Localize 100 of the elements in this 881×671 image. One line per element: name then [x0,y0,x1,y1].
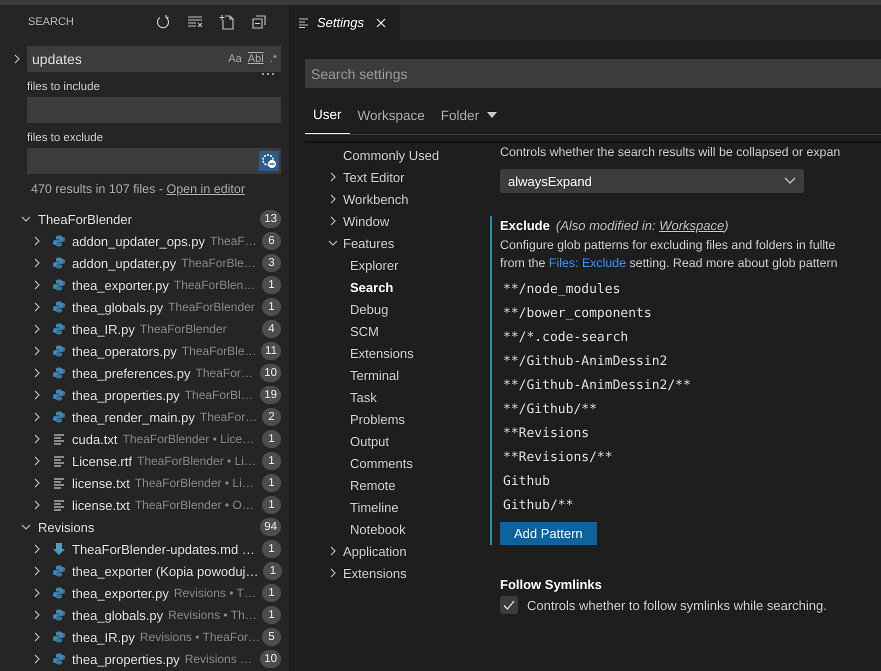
new-file-icon[interactable] [219,14,235,30]
python-file-icon [52,564,66,578]
sidebar-title: SEARCH [28,16,74,28]
file-name[interactable]: thea_properties.py [72,388,180,402]
files-exclude-link[interactable]: Files: Exclude [548,256,626,270]
file-name[interactable]: license.txt [72,498,130,512]
lines-file-icon [52,476,66,490]
more-icon[interactable] [261,72,275,76]
search-option[interactable]: Aa [228,53,242,65]
nav-item[interactable]: Comments [350,456,413,470]
folder-name[interactable]: TheaForBlender [38,212,260,226]
add-pattern-button[interactable]: Add Pattern [500,522,597,545]
file-name[interactable]: thea_exporter.py [72,586,169,600]
file-name[interactable]: License.rtf [72,454,132,468]
file-name[interactable]: addon_updater_ops.py [72,234,206,248]
file-path: TheaForBlender • Lice… [122,432,256,446]
file-name[interactable]: thea_operators.py [72,344,177,358]
nav-item[interactable]: Debug [350,302,388,316]
nav-item[interactable]: Explorer [350,258,398,272]
glob-pattern[interactable]: **/Github-AnimDessin2/** [500,374,881,398]
refresh-icon[interactable] [155,14,171,30]
nav-item[interactable]: Workbench [343,192,409,206]
file-name[interactable]: thea_render_main.py [72,410,195,424]
workspace-link[interactable]: Workspace [659,218,724,233]
scope-tab[interactable]: Folder [432,96,506,134]
nav-item[interactable]: Commonly Used [343,148,440,162]
chevron-right-icon[interactable] [12,53,22,65]
glob-pattern[interactable]: Github/** [500,494,881,518]
file-name[interactable]: thea_properties.py [72,652,180,666]
file-name[interactable]: thea_globals.py [72,608,164,622]
setting-title: Follow Symlinks [500,577,603,592]
settings-tab[interactable]: Settings [290,5,400,40]
glob-pattern[interactable]: **/bower_components [500,302,881,326]
nav-item[interactable]: Application [343,544,407,558]
count-badge: 1 [262,452,281,470]
file-path: Revisions • T… [174,586,257,600]
exclude-label: files to exclude [26,132,104,144]
open-in-editor-link[interactable]: Open in editor [166,182,246,196]
nav-item[interactable]: Notebook [350,522,406,536]
glob-pattern[interactable]: **/Github/** [500,398,881,422]
file-name[interactable]: thea_IR.py [72,322,135,336]
count-badge: 1 [262,430,281,448]
nav-item[interactable]: Task [350,390,377,404]
nav-item[interactable]: Timeline [350,500,399,514]
count-badge: 1 [262,298,281,316]
checkbox[interactable] [500,596,518,614]
file-name[interactable]: thea_preferences.py [72,366,191,380]
python-file-icon [52,300,66,314]
glob-pattern[interactable]: **/Github-AnimDessin2 [500,350,881,374]
nav-item[interactable]: Extensions [350,346,414,360]
glob-pattern[interactable]: **Revisions/** [500,446,881,470]
nav-item[interactable]: Extensions [343,566,407,580]
file-path: TheaForBle… [181,256,257,270]
search-option[interactable]: Abl [248,53,264,65]
folder-name[interactable]: Revisions [38,520,260,534]
file-name[interactable]: TheaForBlender-updates.md … [72,542,255,556]
nav-item[interactable]: Window [343,214,390,228]
file-name[interactable]: addon_updater.py [72,256,176,270]
count-badge: 1 [262,276,281,294]
scope-tab[interactable]: User [305,96,350,134]
nav-item[interactable]: Search [350,280,394,294]
glob-pattern[interactable]: **/*.code-search [500,326,881,350]
setting-title: Exclude [500,217,550,235]
search-field[interactable]: updates Aa Abl .* [27,46,281,72]
nav-item[interactable]: Features [343,236,394,250]
file-path: TheaFor… [196,366,254,380]
count-badge: 1 [262,606,281,624]
nav-item[interactable]: Text Editor [343,170,404,184]
close-icon[interactable] [376,18,386,28]
file-path: Revisions • TheaFor… [140,630,261,644]
nav-item[interactable]: Terminal [350,368,400,382]
nav-item[interactable]: Output [350,434,390,448]
exclude-field[interactable] [27,148,281,174]
file-name[interactable]: thea_IR.py [72,630,135,644]
glob-pattern[interactable]: **/node_modules [500,278,881,302]
scope-tab[interactable]: Workspace [350,96,433,134]
settings-search-field[interactable]: Search settings [305,59,881,88]
nav-item[interactable]: Problems [350,412,405,426]
caret-icon[interactable] [487,112,498,118]
count-badge: 94 [260,518,281,536]
file-name[interactable]: thea_exporter.py [72,278,169,292]
count-badge: 1 [263,562,282,580]
lines-file-icon [52,432,66,446]
collapse-all-icon[interactable] [251,14,267,30]
count-badge: 1 [262,474,281,492]
nav-item[interactable]: Remote [350,478,396,492]
file-name[interactable]: license.txt [72,476,130,490]
count-badge: 4 [262,320,281,338]
collapse-select[interactable]: alwaysExpand [500,169,804,193]
file-name[interactable]: cuda.txt [72,432,118,446]
clear-results-icon[interactable] [187,14,203,30]
chevron-down-icon[interactable] [784,177,796,185]
file-name[interactable]: thea_globals.py [72,300,164,314]
gear-icon[interactable] [259,151,279,171]
search-option[interactable]: .* [270,53,277,65]
nav-item[interactable]: SCM [350,324,379,338]
setting-description: Controls whether the search results will be collapsed or expan [500,144,842,161]
glob-pattern[interactable]: Github [500,470,881,494]
glob-pattern[interactable]: **Revisions [500,422,881,446]
file-name[interactable]: thea_exporter (Kopia powoduj… [72,564,258,578]
